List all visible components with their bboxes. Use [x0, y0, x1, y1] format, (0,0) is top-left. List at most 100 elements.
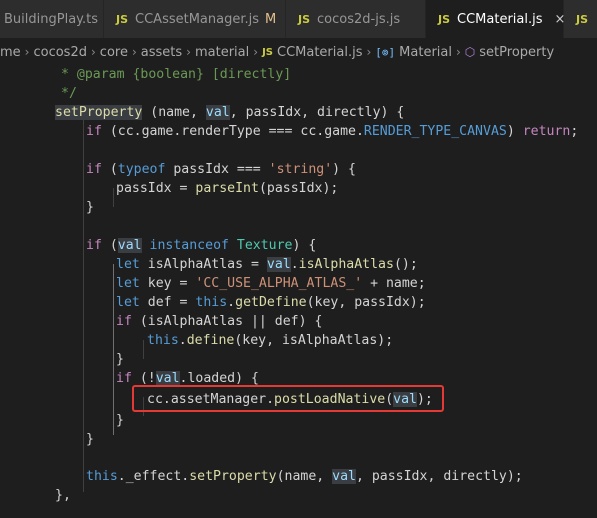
js-file-icon: JS [262, 46, 273, 58]
tab-label: BuildingPlay.ts [4, 11, 98, 27]
breadcrumb-class[interactable]: [⊚] Material [375, 45, 452, 60]
code-token: ._effect. [117, 469, 190, 484]
code-token: ) [506, 124, 523, 139]
code-token: . [178, 333, 187, 348]
code-token: parseInt [195, 181, 259, 196]
code-token: let [116, 276, 140, 291]
code-token: , passIdx, directly) { [229, 105, 405, 120]
code-line: let isAlphaAtlas = val.isAlphaAtlas(); [116, 255, 418, 274]
tab-label: CCMaterial.js [457, 11, 543, 27]
code-token: Texture [236, 238, 293, 253]
code-token: isAlphaAtlas [298, 257, 394, 272]
code-token: key = [139, 276, 196, 291]
code-token: ( [101, 162, 118, 177]
code-line: }, [55, 488, 71, 503]
code-token: let [116, 257, 140, 272]
code-line: */ [61, 86, 77, 101]
code-token: def = [139, 295, 196, 310]
breadcrumb-method[interactable]: ⬡ setProperty [465, 45, 554, 60]
js-file-icon: JS [116, 12, 129, 26]
breadcrumb-file[interactable]: JS CCMaterial.js [262, 45, 362, 60]
code-line: if (isAlphaAtlas || def) { [116, 312, 322, 331]
code-line: let def = this.getDefine(key, passIdx); [116, 293, 426, 312]
breadcrumb-item[interactable]: core [100, 45, 128, 60]
code-token: typeof [117, 162, 166, 177]
code-line: } [116, 352, 124, 367]
tab-buildingplay-ts[interactable]: BuildingPlay.ts [0, 0, 104, 38]
breadcrumb-item[interactable]: me [0, 45, 21, 60]
code-token: RENDER_TYPE_CANVAS [363, 124, 507, 139]
tab-label: cocos2d-js.js [317, 11, 401, 27]
code-token: (isAlphaAtlas || def) { [131, 314, 323, 329]
code-line: this._effect.setProperty(name, val, pass… [86, 467, 523, 486]
breadcrumb-item[interactable]: assets [141, 45, 182, 60]
code-token: this [86, 469, 118, 484]
code-token: 'CC_USE_ALPHA_ATLAS_' [195, 276, 363, 291]
indent-guide [113, 188, 114, 207]
code-token: ; [570, 124, 579, 139]
code-token: this [147, 333, 179, 348]
breadcrumb: me › cocos2d › core › assets › material … [0, 39, 597, 65]
code-token: if [86, 162, 102, 177]
code-token: (key, isAlphaAtlas); [234, 333, 394, 348]
chevron-right-icon: › [253, 45, 259, 59]
code-token: (name, [142, 105, 206, 120]
code-token: this [195, 295, 228, 310]
code-token: val [117, 238, 142, 253]
chevron-right-icon: › [455, 45, 461, 59]
code-line: setProperty (name, val, passIdx, directl… [55, 103, 404, 122]
code-token: . [290, 257, 299, 272]
code-token: + name; [362, 276, 426, 291]
code-token: .loaded) { [179, 371, 259, 386]
code-token: define [186, 333, 235, 348]
code-line: * @param {boolean} [directly] [61, 67, 292, 82]
code-token: val [266, 257, 291, 272]
code-token: getDefine [235, 295, 307, 310]
code-token: passIdx = [116, 181, 196, 196]
code-line: } [86, 432, 94, 447]
chevron-right-icon: › [366, 45, 372, 59]
chevron-right-icon: › [186, 45, 191, 59]
code-token: setProperty [189, 469, 277, 484]
code-token: ) { [292, 238, 317, 253]
breadcrumb-item[interactable]: material [195, 45, 249, 60]
indent-guide [83, 112, 84, 492]
tab-cocos2d-js[interactable]: JS cocos2d-js.js [286, 0, 426, 38]
modified-badge: M [265, 11, 277, 27]
code-token: let [116, 295, 140, 310]
class-symbol-icon: [⊚] [375, 45, 396, 59]
code-token: (! [131, 371, 156, 386]
code-token: ( [101, 238, 118, 253]
code-line: if (typeof passIdx === 'string') { [86, 160, 356, 179]
breadcrumb-item[interactable]: cocos2d [33, 45, 87, 60]
code-token: ) { [332, 162, 356, 177]
code-line: if (cc.game.renderType === cc.game.RENDE… [86, 122, 578, 141]
annotation-highlight-box [132, 385, 444, 412]
tab-ccmaterial-js[interactable]: JS CCMaterial.js × [426, 0, 565, 38]
code-token: val [332, 469, 356, 484]
code-token: if [86, 124, 102, 139]
chevron-right-icon: › [131, 45, 137, 59]
tab-overflow-js[interactable]: JS [564, 0, 597, 38]
code-token: (name, [276, 469, 333, 484]
code-token: (); [393, 257, 418, 272]
indent-guide [113, 264, 114, 435]
code-token: if [86, 238, 102, 253]
code-line: this.define(key, isAlphaAtlas); [147, 331, 393, 350]
code-editor[interactable]: * @param {boolean} [directly] */ setProp… [0, 65, 597, 518]
code-line: } [116, 413, 124, 428]
code-token: val [155, 371, 180, 386]
code-line: } [86, 200, 94, 215]
code-line: if (val instanceof Texture) { [86, 236, 316, 255]
code-line: passIdx = parseInt(passIdx); [116, 179, 338, 198]
indent-guide [143, 340, 144, 359]
code-token: (cc.game.renderType === cc.game. [101, 124, 364, 139]
chevron-right-icon: › [90, 45, 96, 59]
js-file-icon: JS [438, 12, 451, 26]
js-file-icon: JS [576, 12, 589, 26]
code-token: instanceof [141, 238, 237, 253]
code-token: setProperty [55, 105, 143, 120]
code-line: let key = 'CC_USE_ALPHA_ATLAS_' + name; [116, 274, 426, 293]
tab-ccassetmanager-js[interactable]: JS CCAssetManager.js M [104, 0, 286, 38]
code-token: return [522, 124, 571, 139]
